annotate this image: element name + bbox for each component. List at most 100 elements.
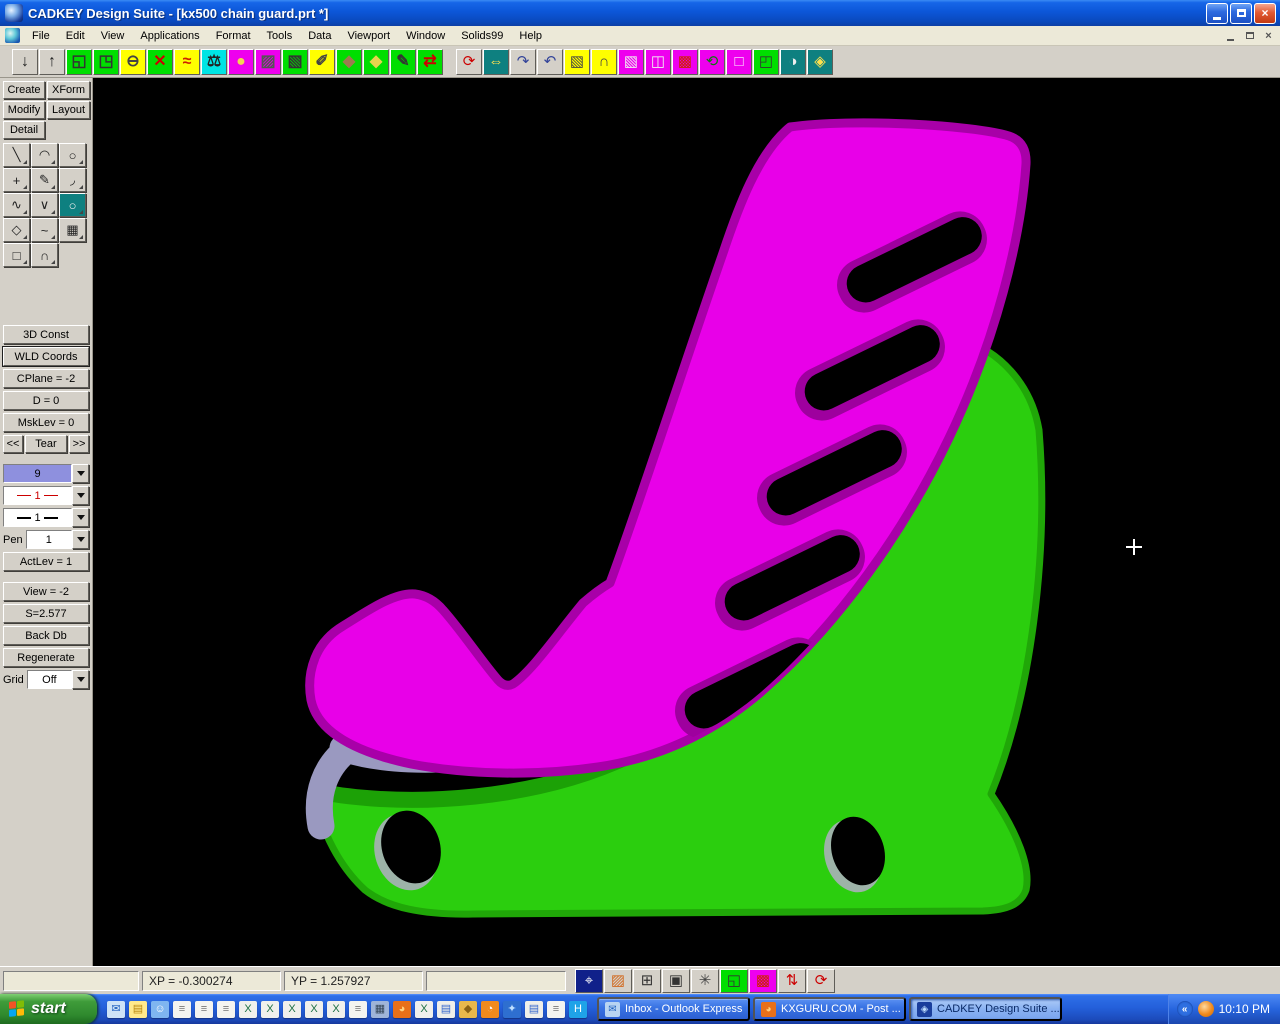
shaded-view-button[interactable]: ▩: [749, 969, 777, 993]
level-arrows-button[interactable]: ⇅: [778, 969, 806, 993]
notepad-icon[interactable]: ≡: [195, 1001, 213, 1018]
boolean-subtract-button[interactable]: ◳: [93, 49, 119, 75]
solid-cylinder-button[interactable]: ⊖: [120, 49, 146, 75]
split-sphere-button[interactable]: ◑: [780, 49, 806, 75]
grid-dropdown-button[interactable]: [72, 670, 89, 689]
mdi-minimize-button[interactable]: [1222, 28, 1239, 43]
helix-spring-button[interactable]: ≈: [174, 49, 200, 75]
save-button[interactable]: ▣: [662, 969, 690, 993]
tear-button[interactable]: Tear: [25, 435, 67, 453]
grid-value[interactable]: Off: [27, 670, 72, 689]
level-axes-button[interactable]: ⌖: [575, 969, 603, 993]
mask-level-button[interactable]: MskLev = 0: [3, 413, 89, 432]
excel-icon[interactable]: X: [415, 1001, 433, 1018]
render-sphere-button[interactable]: ●: [228, 49, 254, 75]
tear-next-button[interactable]: >>: [69, 435, 89, 453]
excel-icon[interactable]: X: [239, 1001, 257, 1018]
hatch-tool[interactable]: ▦: [59, 218, 86, 242]
polyline-tool[interactable]: ∨: [31, 193, 58, 217]
page-down-button[interactable]: ↓: [12, 49, 38, 75]
arc-tool[interactable]: ◠: [31, 143, 58, 167]
circle-tool[interactable]: ○: [59, 143, 86, 167]
notepad-icon[interactable]: ≡: [349, 1001, 367, 1018]
iso-cube-button[interactable]: ▧: [564, 49, 590, 75]
scale-button[interactable]: S=2.577: [3, 604, 89, 623]
mdi-close-button[interactable]: ×: [1260, 28, 1277, 43]
redraw-button[interactable]: ✳: [691, 969, 719, 993]
layout-button[interactable]: Layout: [47, 101, 90, 119]
remove-hatch-button[interactable]: ▨: [255, 49, 281, 75]
color-dropdown-button[interactable]: [72, 464, 89, 483]
menu-solids99[interactable]: Solids99: [453, 28, 511, 44]
excel-icon[interactable]: X: [305, 1001, 323, 1018]
tray-chevron-icon[interactable]: «: [1177, 1001, 1193, 1017]
pen-value[interactable]: 1: [26, 530, 72, 549]
folder-icon[interactable]: ▤: [129, 1001, 147, 1018]
corner-cube-button[interactable]: ◈: [807, 49, 833, 75]
h-app-icon[interactable]: H: [569, 1001, 587, 1018]
outlook-express-icon[interactable]: ✉: [107, 1001, 125, 1018]
tray-app-icon[interactable]: [1198, 1001, 1214, 1017]
backdb-button[interactable]: Back Db: [3, 626, 89, 645]
zoom-extents-button[interactable]: ⊞: [633, 969, 661, 993]
solid-corner-button[interactable]: ◆: [363, 49, 389, 75]
menu-window[interactable]: Window: [398, 28, 453, 44]
cplane-button[interactable]: CPlane = -2: [3, 369, 89, 388]
rotate-cube-button[interactable]: ⟲: [699, 49, 725, 75]
sketch-pen-button[interactable]: ✎: [390, 49, 416, 75]
start-button[interactable]: start: [0, 994, 97, 1024]
restore-button[interactable]: [1230, 3, 1252, 24]
linestyle-value[interactable]: 1: [3, 486, 72, 505]
menu-format[interactable]: Format: [208, 28, 259, 44]
menu-viewport[interactable]: Viewport: [339, 28, 398, 44]
spline-tool[interactable]: ✎: [31, 168, 58, 192]
dynamic-rotate-button[interactable]: ⟳: [456, 49, 482, 75]
menu-help[interactable]: Help: [511, 28, 550, 44]
create-button[interactable]: Create: [3, 81, 45, 99]
viewport[interactable]: [93, 78, 1280, 966]
menu-file[interactable]: File: [24, 28, 58, 44]
messenger-icon[interactable]: ☺: [151, 1001, 169, 1018]
active-level-button[interactable]: ActLev = 1: [3, 552, 89, 571]
delete-face-button[interactable]: ✕: [147, 49, 173, 75]
boolean-union-button[interactable]: ◱: [720, 969, 748, 993]
rotate-view-button[interactable]: ⟳: [807, 969, 835, 993]
menu-data[interactable]: Data: [300, 28, 339, 44]
menu-edit[interactable]: Edit: [58, 28, 93, 44]
task-kxguru[interactable]: ◕ KXGURU.COM - Post ...: [753, 997, 906, 1021]
wordpad-icon[interactable]: ▤: [525, 1001, 543, 1018]
cube-view-button[interactable]: ▧: [618, 49, 644, 75]
measure-scales-button[interactable]: ⚖: [201, 49, 227, 75]
redo-button[interactable]: ↷: [510, 49, 536, 75]
wallet-icon[interactable]: ◆: [459, 1001, 477, 1018]
rectangle-tool[interactable]: □: [3, 243, 30, 267]
task-cadkey[interactable]: ◈ CADKEY Design Suite ...: [909, 997, 1062, 1021]
linewidth-value[interactable]: 1: [3, 508, 72, 527]
linewidth-dropdown-button[interactable]: [72, 508, 89, 527]
white-cube-button[interactable]: □: [726, 49, 752, 75]
detail-button[interactable]: Detail: [3, 121, 45, 139]
fillet-tool[interactable]: ◞: [59, 168, 86, 192]
swap-solids-button[interactable]: ⇄: [417, 49, 443, 75]
extrude-box-button[interactable]: ◰: [753, 49, 779, 75]
line-tool[interactable]: ╲: [3, 143, 30, 167]
color-value[interactable]: 9: [3, 464, 72, 483]
point-tool[interactable]: +: [3, 168, 30, 192]
regenerate-button[interactable]: Regenerate: [3, 648, 89, 667]
depth-button[interactable]: D = 0: [3, 391, 89, 410]
shading-toggle-button[interactable]: ▨: [604, 969, 632, 993]
close-button[interactable]: ×: [1254, 3, 1276, 24]
wireframe-box-button[interactable]: ▧: [282, 49, 308, 75]
solid-block-button[interactable]: ◆: [336, 49, 362, 75]
four-view-button[interactable]: ◫: [645, 49, 671, 75]
clock-icon[interactable]: ◔: [481, 1001, 499, 1018]
task-outlook-express[interactable]: ✉ Inbox - Outlook Express: [597, 997, 750, 1021]
polygon-tool[interactable]: ◇: [3, 218, 30, 242]
tear-prev-button[interactable]: <<: [3, 435, 23, 453]
excel-icon[interactable]: X: [327, 1001, 345, 1018]
eraser-button[interactable]: ✐: [309, 49, 335, 75]
revolve-button[interactable]: ∩: [591, 49, 617, 75]
arch-tool[interactable]: ∩: [31, 243, 58, 267]
xform-button[interactable]: XForm: [47, 81, 90, 99]
thunderbird-icon[interactable]: ✦: [503, 1001, 521, 1018]
